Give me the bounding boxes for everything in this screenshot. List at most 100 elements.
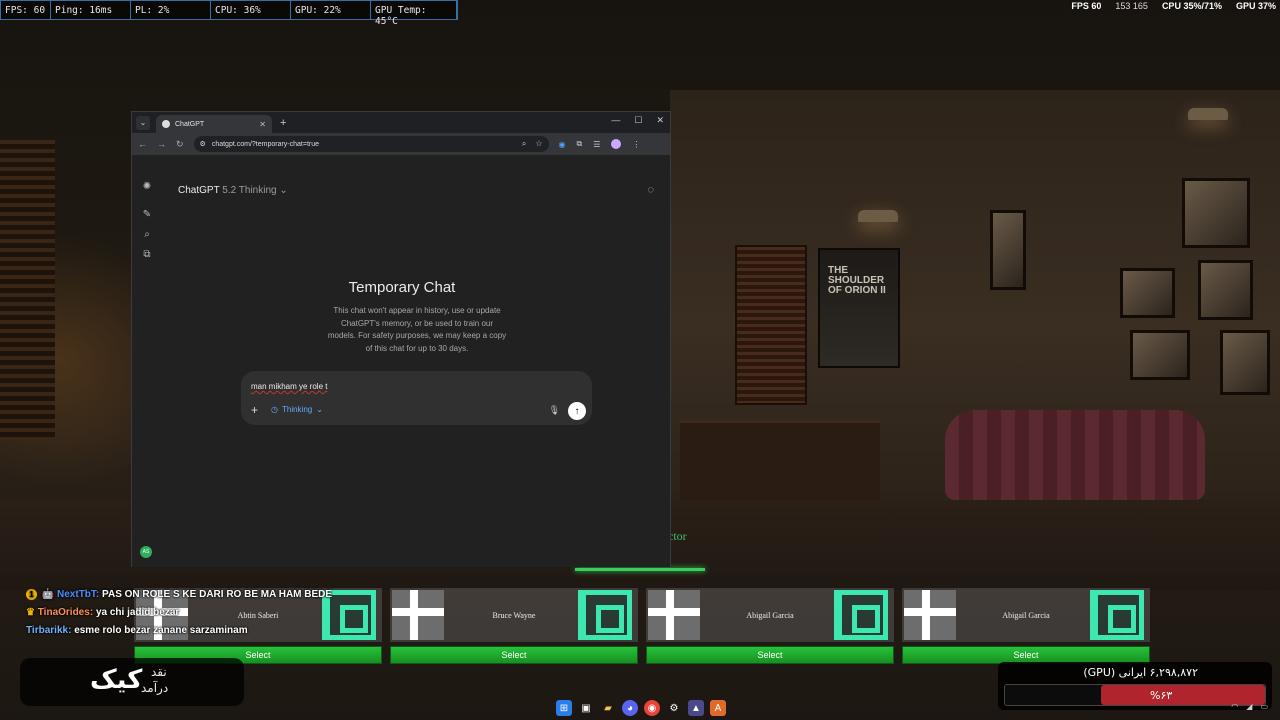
wall-frame <box>1120 268 1175 318</box>
page-title: Temporary Chat <box>348 279 456 296</box>
chatgpt-favicon-icon <box>162 120 170 128</box>
donate-label-top: نقد <box>151 665 167 679</box>
cpu-stat: CPU: 36% <box>211 1 291 19</box>
browser-menu-icon[interactable]: ⋮ <box>632 140 640 149</box>
cast-icon[interactable]: ☰ <box>593 140 600 149</box>
close-window-icon[interactable]: ✕ <box>656 115 664 126</box>
chrome-icon[interactable]: ◉ <box>644 700 660 716</box>
profile-avatar[interactable] <box>611 139 622 149</box>
extension-icons: ◉ ⧉ ☰ ⋮ <box>559 139 640 149</box>
select-button[interactable]: Select <box>646 646 894 664</box>
wall-lamp <box>1188 108 1228 120</box>
maximize-icon[interactable]: ☐ <box>634 115 642 126</box>
gpu-temp-stat: GPU Temp: 45°C <box>371 1 457 27</box>
model-picker[interactable]: ChatGPT 5.2 Thinking ⌄ <box>178 185 288 196</box>
donate-title: کیک <box>90 665 143 695</box>
openai-logo-icon[interactable]: ✺ <box>140 179 154 193</box>
fps-stat: FPS: 60 <box>1 1 51 19</box>
temporary-chat-icon[interactable]: ◌ <box>647 184 654 196</box>
wall-frame <box>1182 178 1250 248</box>
url-text: chatgpt.com/?temporary-chat=true <box>211 140 320 148</box>
browser-toolbar: ← → ↻ ⚙ chatgpt.com/?temporary-chat=true… <box>132 133 670 155</box>
chat-username: TinaOrides <box>37 607 90 618</box>
donate-label-bottom: درآمد <box>141 681 169 695</box>
window-blind <box>735 245 807 405</box>
reload-icon[interactable]: ↻ <box>176 139 184 150</box>
app-icon[interactable]: A <box>710 700 726 716</box>
bot-badge-icon: 🤖 <box>41 589 55 600</box>
chat-message: Tirbarikk: esme rolo bezar zanane sarzam… <box>26 625 248 636</box>
zoom-icon[interactable]: ⌕ <box>522 139 526 149</box>
discord-icon[interactable]: ◕ <box>622 700 638 716</box>
close-tab-icon[interactable]: ✕ <box>259 120 266 129</box>
model-name: ChatGPT <box>178 185 220 196</box>
wall-frame <box>990 210 1026 290</box>
performance-overlay: FPS: 60 Ping: 16ms PL: 2% CPU: 36% GPU: … <box>0 0 458 27</box>
file-explorer-icon[interactable]: ▰ <box>600 700 616 716</box>
volume-icon[interactable]: ◢ <box>1246 702 1252 711</box>
chat-text: PAS ON ROLE S KE DARI RO BE MA HAM BEDE <box>102 589 333 600</box>
crown-icon: ♛ <box>26 607 35 618</box>
chat-username: Tirbarikk <box>26 625 69 636</box>
system-tray: ◠ ◢ ▭ <box>1231 702 1268 711</box>
user-avatar[interactable]: AS <box>140 546 152 558</box>
character-card: Abigail Garcia Select <box>646 588 894 665</box>
gpu-stat: GPU: 22% <box>291 1 371 19</box>
send-button[interactable]: ↑ <box>568 402 586 420</box>
select-button[interactable]: Select <box>390 646 638 664</box>
bookmark-star-icon[interactable]: ☆ <box>535 139 542 149</box>
extensions-puzzle-icon[interactable]: ⧉ <box>577 139 583 149</box>
omnibox-actions: ⌕ ☆ <box>522 139 543 149</box>
minimize-icon[interactable]: — <box>611 115 620 126</box>
add-attachment-button[interactable]: + <box>251 403 258 417</box>
microphone-icon[interactable]: 🎙 <box>549 405 560 416</box>
chevron-down-icon: ⌄ <box>279 185 288 196</box>
game-icon[interactable]: ▲ <box>688 700 704 716</box>
library-icon[interactable]: ⧉ <box>140 247 154 261</box>
character-card: Bruce Wayne Select <box>390 588 638 665</box>
wifi-icon[interactable]: ◠ <box>1231 702 1238 711</box>
task-view-icon[interactable]: ▣ <box>578 700 594 716</box>
taskbar-apps: ⊞ ▣ ▰ ◕ ◉ ⚙ ▲ A <box>556 700 726 716</box>
fps-counter: FPS 60 <box>1071 1 1102 11</box>
character-name: Abigail Garcia <box>746 611 794 620</box>
tab-strip: ⌄ ChatGPT ✕ + — ☐ ✕ <box>132 112 670 133</box>
chat-text: esme rolo bezar zanane sarzaminam <box>74 625 248 636</box>
prompt-composer[interactable]: man mikham ye role t + ◷ Thinking ⌄ 🎙 ↑ <box>241 371 592 425</box>
desk <box>680 420 880 500</box>
tab-search-button[interactable]: ⌄ <box>136 115 150 130</box>
character-card: Abigail Garcia Select <box>902 588 1150 665</box>
extension-icon[interactable]: ◉ <box>559 140 566 149</box>
model-version: 5.2 Thinking <box>222 185 277 196</box>
back-icon[interactable]: ← <box>138 139 147 149</box>
start-icon[interactable]: ⊞ <box>556 700 572 716</box>
tab-title: ChatGPT <box>175 120 205 128</box>
address-bar[interactable]: ⚙ chatgpt.com/?temporary-chat=true ⌕ ☆ <box>193 136 549 152</box>
chaise-sofa <box>945 410 1205 500</box>
new-tab-button[interactable]: + <box>280 117 286 129</box>
settings-icon[interactable]: ⚙ <box>666 700 682 716</box>
chevron-down-icon: ⌄ <box>316 405 323 414</box>
character-name: Bruce Wayne <box>492 611 536 620</box>
chat-message: ♛ TinaOrides: ya chi jadid bezar <box>26 607 180 618</box>
wall-frame <box>1198 260 1253 320</box>
prompt-input[interactable]: man mikham ye role t <box>251 382 327 391</box>
top-right-stats: FPS 60 153 165 CPU 35%/71% GPU 37% <box>1071 1 1276 11</box>
stream-chat: 1 🤖 NextTbT: PAS ON ROLE S KE DARI RO BE… <box>26 586 332 640</box>
thinking-mode-button[interactable]: ◷ Thinking ⌄ <box>271 405 323 414</box>
new-chat-icon[interactable]: ✎ <box>140 207 154 221</box>
taskbar: ⊞ ▣ ▰ ◕ ◉ ⚙ ▲ A ◠ ◢ ▭ <box>0 696 1280 720</box>
chatgpt-page: ✺ ✎ ⌕ ⧉ ChatGPT 5.2 Thinking ⌄ ◌ Tempora… <box>132 155 670 567</box>
site-info-icon[interactable]: ⚙ <box>200 140 206 148</box>
wall-frame <box>1220 330 1270 395</box>
gpu-counter: GPU 37% <box>1235 1 1276 11</box>
tab-chatgpt[interactable]: ChatGPT ✕ <box>156 115 272 133</box>
cpu-counter: CPU 35%/71% <box>1161 1 1222 11</box>
gpu-goal-title: ۶,۲۹۸,۸۷۲ ایرانی (GPU) <box>1083 666 1198 679</box>
left-window-blind <box>0 140 55 440</box>
clock-icon: ◷ <box>271 405 278 414</box>
search-icon[interactable]: ⌕ <box>140 227 154 241</box>
forward-icon[interactable]: → <box>157 139 166 149</box>
wall-frame <box>1130 330 1190 380</box>
battery-icon[interactable]: ▭ <box>1260 702 1268 711</box>
